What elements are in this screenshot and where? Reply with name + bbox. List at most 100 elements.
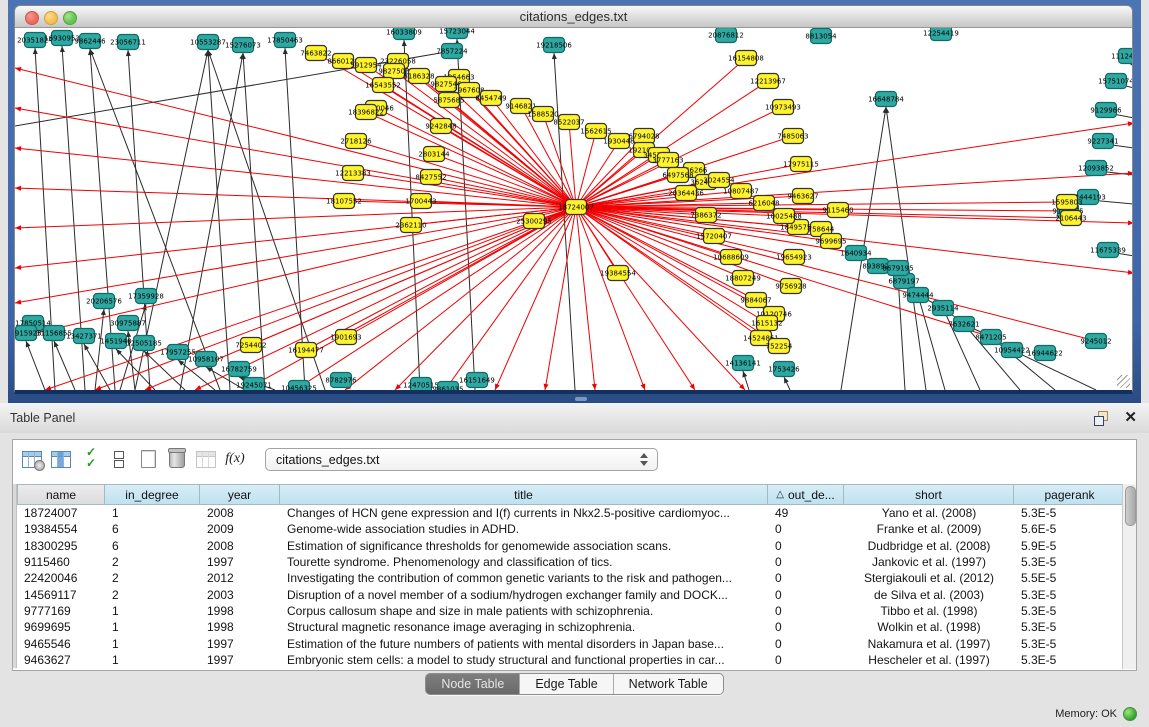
red-edge[interactable]: [576, 207, 1133, 273]
red-edge[interactable]: [576, 207, 1096, 341]
red-edge[interactable]: [15, 207, 576, 268]
table-cell[interactable]: 0: [768, 554, 844, 570]
table-row[interactable]: 2242004622012Investigating the contribut…: [17, 570, 1136, 586]
float-panel-icon[interactable]: [1094, 411, 1109, 426]
table-cell[interactable]: Dudbridge et al. (2008): [844, 538, 1014, 554]
column-header-name[interactable]: name: [17, 484, 105, 505]
table-cell[interactable]: 2008: [200, 505, 280, 521]
table-cell[interactable]: 5.6E-5: [1014, 521, 1126, 537]
black-edge[interactable]: [886, 107, 926, 390]
row-height-button[interactable]: [106, 446, 132, 472]
table-cell[interactable]: 2: [105, 570, 200, 586]
table-cell[interactable]: 0: [768, 603, 844, 619]
table-cell[interactable]: de Silva et al. (2003): [844, 586, 1014, 602]
table-selector-dropdown[interactable]: citations_edges.txt: [265, 448, 658, 471]
table-cell[interactable]: 18724007: [17, 505, 105, 521]
red-edge[interactable]: [95, 207, 576, 390]
citation-graph[interactable]: 2035182416930953986244623056711105532871…: [15, 28, 1133, 390]
select-columns-button[interactable]: ✓✓: [77, 446, 103, 472]
red-edge[interactable]: [576, 207, 595, 390]
table-row[interactable]: 977716911998Corpus callosum shape and si…: [17, 603, 1136, 619]
red-edge[interactable]: [383, 85, 576, 207]
delete-table-button[interactable]: [193, 446, 219, 472]
table-cell[interactable]: 18300295: [17, 538, 105, 554]
table-cell[interactable]: 1998: [200, 619, 280, 635]
table-cell[interactable]: 1998: [200, 603, 280, 619]
table-mode-button[interactable]: [19, 446, 45, 472]
table-cell[interactable]: 1997: [200, 554, 280, 570]
split-divider-handle[interactable]: [575, 397, 587, 401]
table-cell[interactable]: 5.3E-5: [1014, 635, 1126, 651]
close-window-button[interactable]: [25, 11, 39, 25]
table-cell[interactable]: 9465546: [17, 635, 105, 651]
table-cell[interactable]: 5.5E-5: [1014, 570, 1126, 586]
table-cell[interactable]: 6: [105, 538, 200, 554]
table-cell[interactable]: 0: [768, 521, 844, 537]
zoom-window-button[interactable]: [63, 11, 77, 25]
red-edge[interactable]: [195, 207, 576, 390]
table-cell[interactable]: 1: [105, 603, 200, 619]
column-header-pagerank[interactable]: pagerank: [1014, 484, 1126, 505]
table-cell[interactable]: Nakamura et al. (1997): [844, 635, 1014, 651]
table-cell[interactable]: 2: [105, 554, 200, 570]
table-cell[interactable]: 1997: [200, 652, 280, 668]
red-edge[interactable]: [576, 207, 645, 390]
table-cell[interactable]: Disruption of a novel member of a sodium…: [280, 586, 768, 602]
column-header-outde[interactable]: △out_de...: [768, 484, 844, 505]
table-cell[interactable]: 9777169: [17, 603, 105, 619]
table-cell[interactable]: 1: [105, 635, 200, 651]
red-edge[interactable]: [15, 188, 576, 207]
table-cell[interactable]: 22420046: [17, 570, 105, 586]
table-row[interactable]: 969969511998Structural magnetic resonanc…: [17, 619, 1136, 635]
table-cell[interactable]: Corpus callosum shape and size in male p…: [280, 603, 768, 619]
table-cell[interactable]: Estimation of the future numbers of pati…: [280, 635, 768, 651]
table-row[interactable]: 946362711997Embryonic stem cells: a mode…: [17, 652, 1136, 668]
tab-edge-table[interactable]: Edge Table: [519, 674, 612, 694]
table-row[interactable]: 1456911722003Disruption of a novel membe…: [17, 586, 1136, 602]
table-cell[interactable]: Wolkin et al. (1998): [844, 619, 1014, 635]
column-header-short[interactable]: short: [844, 484, 1014, 505]
close-panel-icon[interactable]: ✕: [1124, 408, 1137, 426]
tab-network-table[interactable]: Network Table: [613, 674, 723, 694]
table-cell[interactable]: Changes of HCN gene expression and I(f) …: [280, 505, 768, 521]
red-edge[interactable]: [295, 207, 576, 390]
table-cell[interactable]: 14569117: [17, 586, 105, 602]
table-cell[interactable]: Estimation of significance thresholds fo…: [280, 538, 768, 554]
red-edge[interactable]: [576, 207, 695, 390]
column-header-indegree[interactable]: in_degree: [105, 484, 200, 505]
resize-grip[interactable]: [1117, 375, 1130, 388]
table-cell[interactable]: 1997: [200, 635, 280, 651]
memory-status-dot[interactable]: [1123, 707, 1137, 721]
table-cell[interactable]: 19384554: [17, 521, 105, 537]
table-cell[interactable]: Yano et al. (2008): [844, 505, 1014, 521]
table-cell[interactable]: Investigating the contribution of common…: [280, 570, 768, 586]
red-edge[interactable]: [245, 207, 576, 390]
table-cell[interactable]: 0: [768, 652, 844, 668]
table-cell[interactable]: 5.3E-5: [1014, 586, 1126, 602]
table-cell[interactable]: 2009: [200, 521, 280, 537]
table-cell[interactable]: 0: [768, 586, 844, 602]
window-titlebar[interactable]: citations_edges.txt: [14, 5, 1133, 28]
show-column-button[interactable]: [48, 446, 74, 472]
red-edge[interactable]: [395, 207, 576, 390]
table-cell[interactable]: 1: [105, 652, 200, 668]
table-row[interactable]: 1938455462009Genome-wide association stu…: [17, 521, 1136, 537]
table-cell[interactable]: 2: [105, 586, 200, 602]
tab-node-table[interactable]: Node Table: [426, 674, 519, 694]
table-cell[interactable]: 5.3E-5: [1014, 603, 1126, 619]
table-row[interactable]: 911546021997Tourette syndrome. Phenomeno…: [17, 554, 1136, 570]
table-cell[interactable]: 0: [768, 570, 844, 586]
table-row[interactable]: 1872400712008Changes of HCN gene express…: [17, 505, 1136, 521]
table-cell[interactable]: 2003: [200, 586, 280, 602]
network-canvas[interactable]: 2035182416930953986244623056711105532871…: [14, 28, 1133, 394]
minimize-window-button[interactable]: [44, 11, 58, 25]
red-edge[interactable]: [545, 207, 576, 390]
create-column-button[interactable]: [135, 446, 161, 472]
table-cell[interactable]: 0: [768, 538, 844, 554]
table-cell[interactable]: 49: [768, 505, 844, 521]
red-edge[interactable]: [366, 112, 576, 207]
table-cell[interactable]: 0: [768, 635, 844, 651]
table-cell[interactable]: Franke et al. (2009): [844, 521, 1014, 537]
table-scrollbar[interactable]: [1122, 484, 1136, 669]
red-edge[interactable]: [495, 207, 576, 390]
